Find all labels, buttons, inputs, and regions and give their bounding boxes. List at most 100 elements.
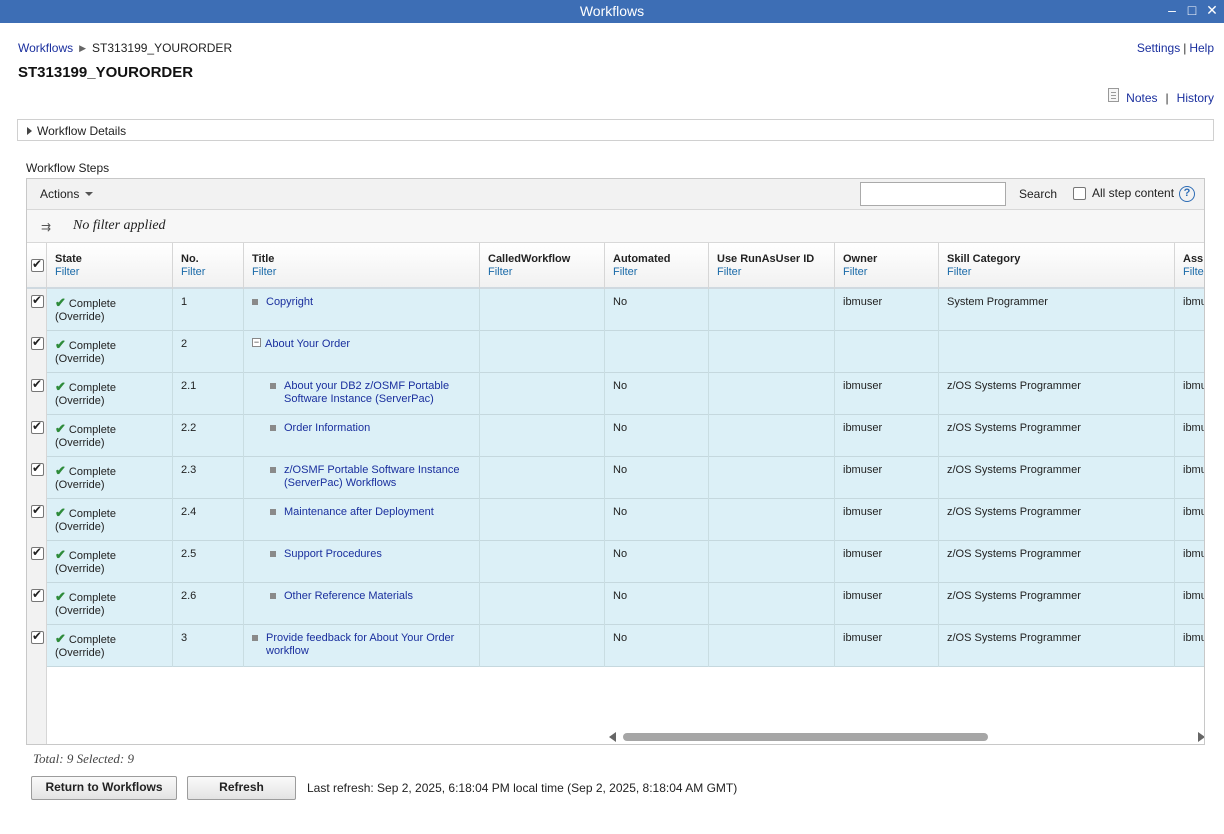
actions-menu[interactable]: Actions bbox=[40, 187, 94, 201]
row-checkbox[interactable] bbox=[31, 545, 44, 560]
table-row[interactable]: ✔Complete(Override) 2 −About Your Order bbox=[27, 331, 1204, 373]
column-title[interactable]: No. bbox=[181, 253, 235, 265]
select-all-cell[interactable] bbox=[27, 243, 47, 289]
help-icon[interactable]: ? bbox=[1179, 186, 1195, 202]
column-filter-link[interactable]: Filter bbox=[613, 266, 700, 278]
column-header-state[interactable]: State Filter bbox=[47, 243, 173, 289]
settings-link[interactable]: Settings bbox=[1137, 41, 1180, 55]
table-row[interactable]: ✔Complete(Override) 2.1 About your DB2 z/O… bbox=[27, 373, 1204, 415]
table-row[interactable]: ✔Complete(Override) 2.4 Maintenance after … bbox=[27, 499, 1204, 541]
step-title-line[interactable]: (ServerPac) Workflows bbox=[284, 477, 459, 490]
step-title-line[interactable]: workflow bbox=[266, 645, 454, 658]
row-select-cell[interactable] bbox=[27, 583, 47, 625]
step-title-line[interactable]: About your DB2 z/OSMF Portable bbox=[284, 380, 449, 393]
step-title-line[interactable]: z/OSMF Portable Software Instance bbox=[284, 464, 459, 477]
row-select-cell[interactable] bbox=[27, 415, 47, 457]
column-title[interactable]: Title bbox=[252, 253, 471, 265]
table-row[interactable]: ✔Complete(Override) 3 Provide feedback for… bbox=[27, 625, 1204, 667]
row-select-cell[interactable] bbox=[27, 289, 47, 331]
row-checkbox[interactable] bbox=[31, 293, 44, 308]
table-row[interactable]: ✔Complete(Override) 1 Copyright No ibmuser Sy… bbox=[27, 289, 1204, 331]
column-header-title[interactable]: Title Filter bbox=[244, 243, 480, 289]
all-step-content-toggle[interactable]: All step content bbox=[1073, 186, 1174, 200]
table-row[interactable]: ✔Complete(Override) 2.2 Order Information N… bbox=[27, 415, 1204, 457]
row-select-cell[interactable] bbox=[27, 331, 47, 373]
step-title-link[interactable]: Copyright bbox=[266, 296, 313, 309]
column-title[interactable]: Owner bbox=[843, 253, 930, 265]
step-title-line[interactable]: Support Procedures bbox=[284, 548, 382, 561]
table-row[interactable]: ✔Complete(Override) 2.3 z/OSMF Portable So… bbox=[27, 457, 1204, 499]
history-link[interactable]: History bbox=[1177, 91, 1214, 105]
workflow-details-label[interactable]: Workflow Details bbox=[37, 124, 126, 138]
actions-label[interactable]: Actions bbox=[40, 187, 79, 201]
scroll-left-icon[interactable] bbox=[609, 732, 616, 742]
step-title-line[interactable]: Order Information bbox=[284, 422, 370, 435]
row-select-cell[interactable] bbox=[27, 541, 47, 583]
column-filter-link[interactable]: Filter bbox=[488, 266, 596, 278]
column-header-assignee[interactable]: Ass Filte bbox=[1175, 243, 1204, 289]
column-filter-link[interactable]: Filter bbox=[181, 266, 235, 278]
column-header-skill-category[interactable]: Skill Category Filter bbox=[939, 243, 1175, 289]
step-title-line[interactable]: About Your Order bbox=[265, 338, 350, 351]
column-filter-link[interactable]: Filter bbox=[947, 266, 1166, 278]
column-title[interactable]: Ass bbox=[1183, 253, 1204, 265]
column-header-automated[interactable]: Automated Filter bbox=[605, 243, 709, 289]
row-checkbox[interactable] bbox=[31, 629, 44, 644]
refresh-button[interactable]: Refresh bbox=[187, 776, 296, 800]
row-checkbox[interactable] bbox=[31, 419, 44, 434]
step-title-line[interactable]: Other Reference Materials bbox=[284, 590, 413, 603]
step-title-link[interactable]: Provide feedback for About Your Order wor… bbox=[266, 632, 454, 658]
workflow-details-section[interactable]: Workflow Details bbox=[17, 119, 1214, 141]
step-title-link[interactable]: Maintenance after Deployment bbox=[284, 506, 434, 519]
scroll-right-icon[interactable] bbox=[1198, 732, 1204, 742]
column-header-owner[interactable]: Owner Filter bbox=[835, 243, 939, 289]
row-select-cell[interactable] bbox=[27, 625, 47, 667]
column-filter-link[interactable]: Filter bbox=[843, 266, 930, 278]
column-header-number[interactable]: No. Filter bbox=[173, 243, 244, 289]
column-title[interactable]: Use RunAsUser ID bbox=[717, 253, 826, 265]
step-title-link[interactable]: About Your Order bbox=[265, 338, 350, 351]
row-select-cell[interactable] bbox=[27, 499, 47, 541]
all-step-content-label[interactable]: All step content bbox=[1092, 186, 1174, 200]
row-select-cell[interactable] bbox=[27, 373, 47, 415]
table-row[interactable]: ✔Complete(Override) 2.5 Support Procedures… bbox=[27, 541, 1204, 583]
column-header-runas-user[interactable]: Use RunAsUser ID Filter bbox=[709, 243, 835, 289]
expand-triangle-icon[interactable] bbox=[27, 127, 32, 135]
column-title[interactable]: Skill Category bbox=[947, 253, 1166, 265]
filter-icon[interactable]: ⇉ bbox=[41, 220, 51, 234]
step-title-line[interactable]: Provide feedback for About Your Order bbox=[266, 632, 454, 645]
horizontal-scrollbar[interactable] bbox=[609, 731, 1204, 743]
select-all-checkbox[interactable] bbox=[31, 257, 44, 272]
column-filter-link[interactable]: Filter bbox=[717, 266, 826, 278]
all-step-content-checkbox[interactable] bbox=[1073, 186, 1086, 200]
step-title-line[interactable]: Software Instance (ServerPac) bbox=[284, 393, 449, 406]
row-select-cell[interactable] bbox=[27, 457, 47, 499]
row-checkbox[interactable] bbox=[31, 335, 44, 350]
row-checkbox[interactable] bbox=[31, 461, 44, 476]
row-checkbox[interactable] bbox=[31, 587, 44, 602]
step-title-line[interactable]: Copyright bbox=[266, 296, 313, 309]
step-title-line[interactable]: Maintenance after Deployment bbox=[284, 506, 434, 519]
notes-icon[interactable] bbox=[1108, 88, 1120, 102]
search-button[interactable]: Search bbox=[1019, 187, 1057, 201]
column-title[interactable]: State bbox=[55, 253, 164, 265]
close-icon[interactable]: ✕ bbox=[1204, 2, 1220, 18]
collapse-icon[interactable]: − bbox=[252, 338, 261, 347]
minimize-icon[interactable]: – bbox=[1164, 2, 1180, 18]
column-header-called-workflow[interactable]: CalledWorkflow Filter bbox=[480, 243, 605, 289]
step-title-link[interactable]: Support Procedures bbox=[284, 548, 382, 561]
row-checkbox[interactable] bbox=[31, 503, 44, 518]
column-filter-link[interactable]: Filte bbox=[1183, 266, 1204, 278]
column-title[interactable]: CalledWorkflow bbox=[488, 253, 596, 265]
step-title-link[interactable]: z/OSMF Portable Software Instance (Server… bbox=[284, 464, 459, 490]
row-checkbox[interactable] bbox=[31, 377, 44, 392]
chevron-down-icon[interactable] bbox=[85, 192, 94, 196]
notes-link[interactable]: Notes bbox=[1126, 91, 1157, 105]
return-to-workflows-button[interactable]: Return to Workflows bbox=[31, 776, 177, 800]
maximize-icon[interactable]: □ bbox=[1184, 2, 1200, 18]
column-filter-link[interactable]: Filter bbox=[55, 266, 164, 278]
step-title-link[interactable]: Other Reference Materials bbox=[284, 590, 413, 603]
column-filter-link[interactable]: Filter bbox=[252, 266, 471, 278]
breadcrumb-workflows-link[interactable]: Workflows bbox=[18, 41, 73, 55]
step-title-link[interactable]: About your DB2 z/OSMF Portable Software I… bbox=[284, 380, 449, 406]
